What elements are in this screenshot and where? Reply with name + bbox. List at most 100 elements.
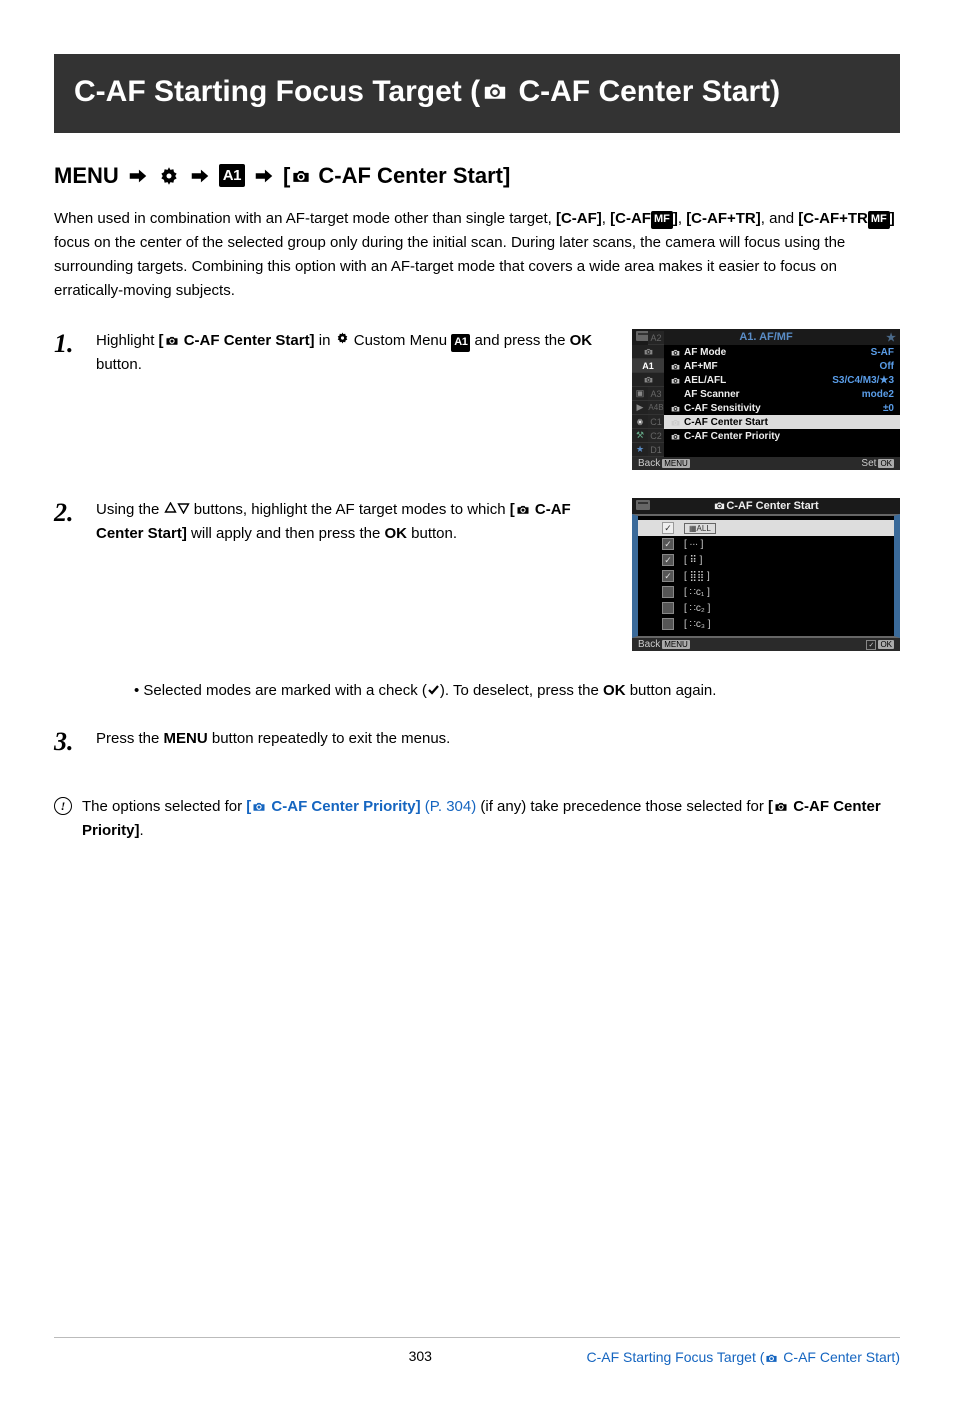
intro-text: , [602, 210, 610, 227]
step-label: C-AF Center Start] [180, 332, 315, 349]
target-row[interactable]: [ ⣿⣿ ] [638, 568, 894, 584]
step-body: Highlight [ C-AF Center Start] in Custom… [96, 329, 616, 377]
note: ! The options selected for [ C-AF Center… [54, 795, 900, 843]
target-c2-icon: [ ∷c₂ ] [684, 603, 710, 614]
menu-footer: BackMENU ✓OK [632, 638, 900, 651]
target-row[interactable]: [ ⠿ ] [638, 552, 894, 568]
side-play-icon: ▶ [632, 401, 648, 415]
ok-word: OK [384, 525, 407, 542]
step-body: Using the buttons, highlight the AF targ… [96, 498, 616, 546]
target-row[interactable]: ▦ALL [638, 520, 894, 536]
checkbox-on-icon [662, 554, 674, 566]
ok-badge: OK [878, 459, 894, 468]
card-icon [636, 500, 650, 510]
intro-text: , and [761, 210, 799, 227]
intro-text: When used in combination with an AF-targ… [54, 210, 556, 227]
step-text: and press the [470, 332, 569, 349]
checkbox-on-icon [662, 570, 674, 582]
camera-icon [515, 501, 531, 518]
menu-row[interactable]: C-AF Center Priority [664, 429, 900, 443]
menu-row-value: S3/C4/M3/★3 [832, 375, 894, 386]
menu-row[interactable]: AF+MFOff [664, 359, 900, 373]
note-text: . [140, 822, 144, 839]
gear-icon [335, 331, 350, 345]
menu-row[interactable]: AF Scannermode2 [664, 387, 900, 401]
mf-badge: MF [651, 211, 673, 229]
side-movie-icon: ▣ [632, 387, 648, 401]
menu-row-value: S-AF [871, 347, 894, 358]
step-number: 2. [54, 498, 80, 528]
side-tab-c1[interactable]: C1 [648, 415, 664, 429]
side-tab-c2[interactable]: C2 [648, 429, 664, 443]
intro-cafmf: [C-AF [610, 210, 651, 227]
menu-path: MENU A1 [ C-AF Center Start] [54, 161, 900, 192]
set-label[interactable]: SetOK [861, 458, 894, 469]
side-camera-icon [632, 345, 664, 359]
camera-icon [251, 798, 267, 815]
target-all-icon: ▦ALL [684, 523, 716, 534]
menu-body: A1 A2 ▣ A3 ▶ A4B C1 ⚒ C2 [632, 345, 900, 457]
menu-row[interactable]: C-AF Sensitivity±0 [664, 401, 900, 415]
step-text: Press the [96, 730, 164, 747]
footer-breadcrumb[interactable]: C-AF Starting Focus Target ( C-AF Center… [586, 1348, 900, 1366]
step-text: button repeatedly to exit the menus. [208, 730, 451, 747]
arrow-icon [251, 165, 277, 187]
note-text: (if any) take precedence those selected … [476, 798, 768, 815]
camera-icon [670, 375, 684, 386]
checkbox-off-icon [662, 618, 674, 630]
menu-row[interactable]: AEL/AFLS3/C4/M3/★3 [664, 373, 900, 387]
menu-row[interactable]: AF ModeS-AF [664, 345, 900, 359]
target-mid1-icon: [ ⠿ ] [684, 555, 702, 566]
step-text: button. [407, 525, 457, 542]
menu-badge: MENU [662, 459, 690, 468]
side-tab-a1[interactable]: A1 [632, 359, 664, 373]
step-1: 1. Highlight [ C-AF Center Start] in Cus… [54, 329, 900, 470]
camera-icon [670, 347, 684, 358]
menu-row-label: AEL/AFL [684, 375, 832, 386]
menu-side-tabs: A1 A2 ▣ A3 ▶ A4B C1 ⚒ C2 [632, 345, 664, 457]
triangle-up-icon [164, 502, 177, 514]
menu-screenshot-1: A1. AF/MF ★ A1 A2 ▣ A3 ▶ A4B C1 [632, 329, 900, 470]
target-c3-icon: [ ∷c₃ ] [684, 619, 711, 630]
camera-icon [164, 332, 180, 349]
side-tab-a4b[interactable]: A4B [648, 401, 664, 415]
ok-label[interactable]: ✓OK [866, 639, 894, 650]
step-text: Highlight [96, 332, 159, 349]
check-icon [427, 683, 440, 695]
menu-row-selected[interactable]: C-AF Center Start [664, 415, 900, 429]
side-camera2-icon [632, 373, 664, 387]
ok-word: OK [603, 682, 626, 699]
page-footer: 303 C-AF Starting Focus Target ( C-AF Ce… [54, 1337, 900, 1366]
side-tab-a2[interactable]: A2 [648, 331, 664, 345]
menu-header: A1. AF/MF ★ [632, 329, 900, 345]
side-tab-d1[interactable]: D1 [648, 443, 664, 457]
target-row[interactable]: [ ∷c₃ ] [638, 616, 894, 632]
camera-icon [480, 75, 510, 108]
step-text: Using the [96, 501, 164, 518]
camera-icon [670, 431, 684, 442]
side-gear-icon [632, 415, 648, 429]
side-star-icon: ★ [632, 443, 648, 457]
menu-footer: BackMENU SetOK [632, 457, 900, 470]
back-label[interactable]: BackMENU [638, 458, 690, 469]
back-label[interactable]: BackMENU [638, 639, 690, 650]
link-caf-center-priority[interactable]: [ C-AF Center Priority] (P. 304) [246, 798, 476, 815]
menu-row-value: Off [880, 361, 894, 372]
step-text: button. [96, 356, 142, 373]
intro-paragraph: When used in combination with an AF-targ… [54, 207, 900, 303]
menu-header-label: C-AF Center Start [726, 500, 818, 512]
menu-path-label: C-AF Center Start] [312, 163, 510, 188]
step-body: Press the MENU button repeatedly to exit… [96, 727, 900, 751]
ok-word: OK [570, 332, 593, 349]
camera-icon [713, 500, 726, 512]
side-tab-a3[interactable]: A3 [648, 387, 664, 401]
checkbox-on-icon [662, 538, 674, 550]
target-row[interactable]: [ ∙∙∙ ] [638, 536, 894, 552]
menu-row-label: AF Scanner [684, 389, 862, 400]
info-icon: ! [54, 797, 72, 815]
step-2: 2. Using the buttons, highlight the AF t… [54, 498, 900, 651]
menu-row-value: mode2 [862, 389, 894, 400]
menu-row-label: AF Mode [684, 347, 871, 358]
target-row[interactable]: [ ∷c₂ ] [638, 600, 894, 616]
target-row[interactable]: [ ∷c₁ ] [638, 584, 894, 600]
